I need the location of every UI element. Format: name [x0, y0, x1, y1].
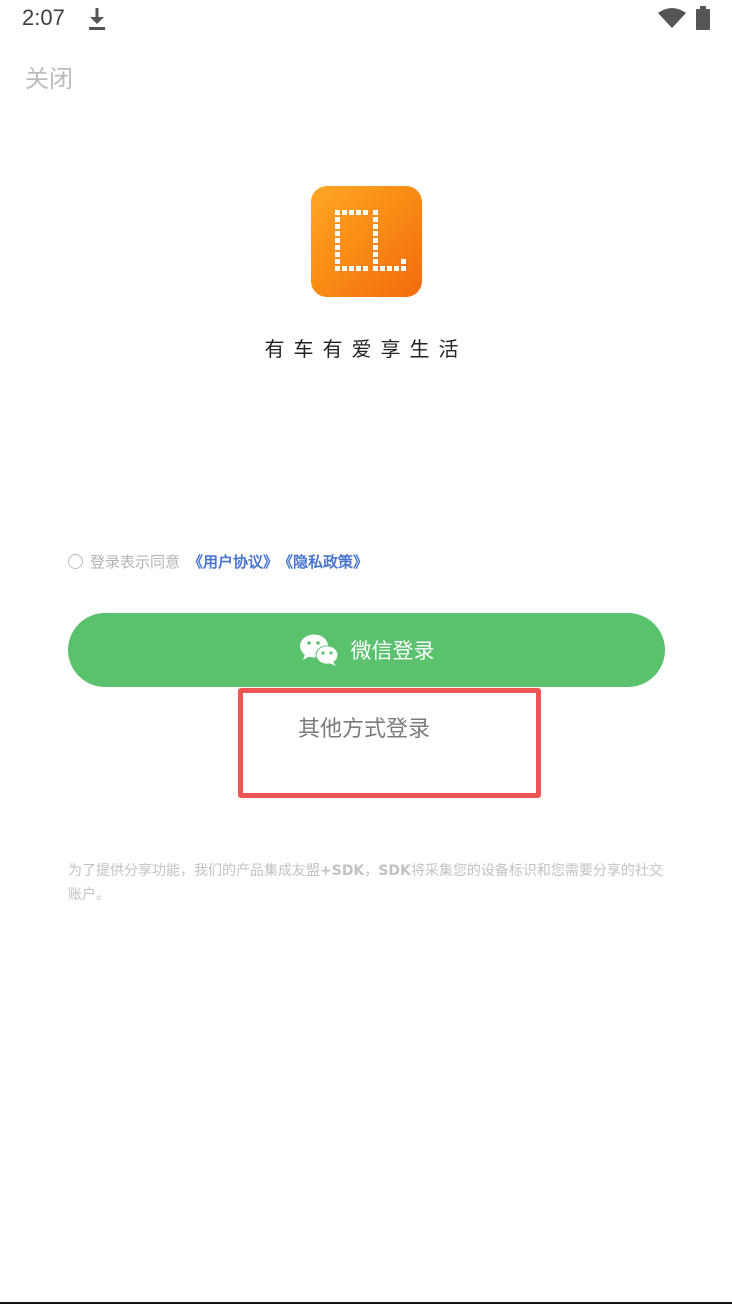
- other-login-button[interactable]: 其他方式登录: [298, 711, 430, 743]
- privacy-policy-link[interactable]: 《隐私政策》: [278, 551, 368, 572]
- battery-icon: [696, 6, 710, 30]
- wechat-login-button[interactable]: 微信登录: [68, 613, 665, 687]
- agreement-radio[interactable]: [68, 553, 83, 569]
- highlight-box: [238, 688, 541, 798]
- disclaimer-bold-1: +SDK: [320, 863, 365, 879]
- app-slogan: 有车有爱享生活: [264, 337, 468, 361]
- wechat-login-label: 微信登录: [350, 639, 435, 663]
- sdk-disclaimer: 为了提供分享功能，我们的产品集成友盟+SDK，SDK将采集您的设备标识和您需要分…: [68, 859, 668, 907]
- disclaimer-bold-2: SDK: [378, 863, 411, 879]
- download-icon: [89, 8, 105, 30]
- disclaimer-text-2: ，: [364, 863, 379, 879]
- agreement-prefix: 登录表示同意: [90, 552, 181, 571]
- user-agreement-link[interactable]: 《用户协议》: [188, 551, 278, 572]
- wechat-icon: [299, 634, 338, 666]
- close-button[interactable]: 关闭: [25, 59, 73, 94]
- app-logo-icon: [311, 186, 422, 297]
- wifi-icon: [658, 8, 686, 28]
- status-bar: 2:07: [0, 0, 732, 40]
- disclaimer-text-1: 为了提供分享功能，我们的产品集成友盟: [68, 863, 320, 879]
- status-time: 2:07: [22, 5, 65, 30]
- agreement-row: 登录表示同意 《用户协议》 《隐私政策》: [68, 549, 368, 573]
